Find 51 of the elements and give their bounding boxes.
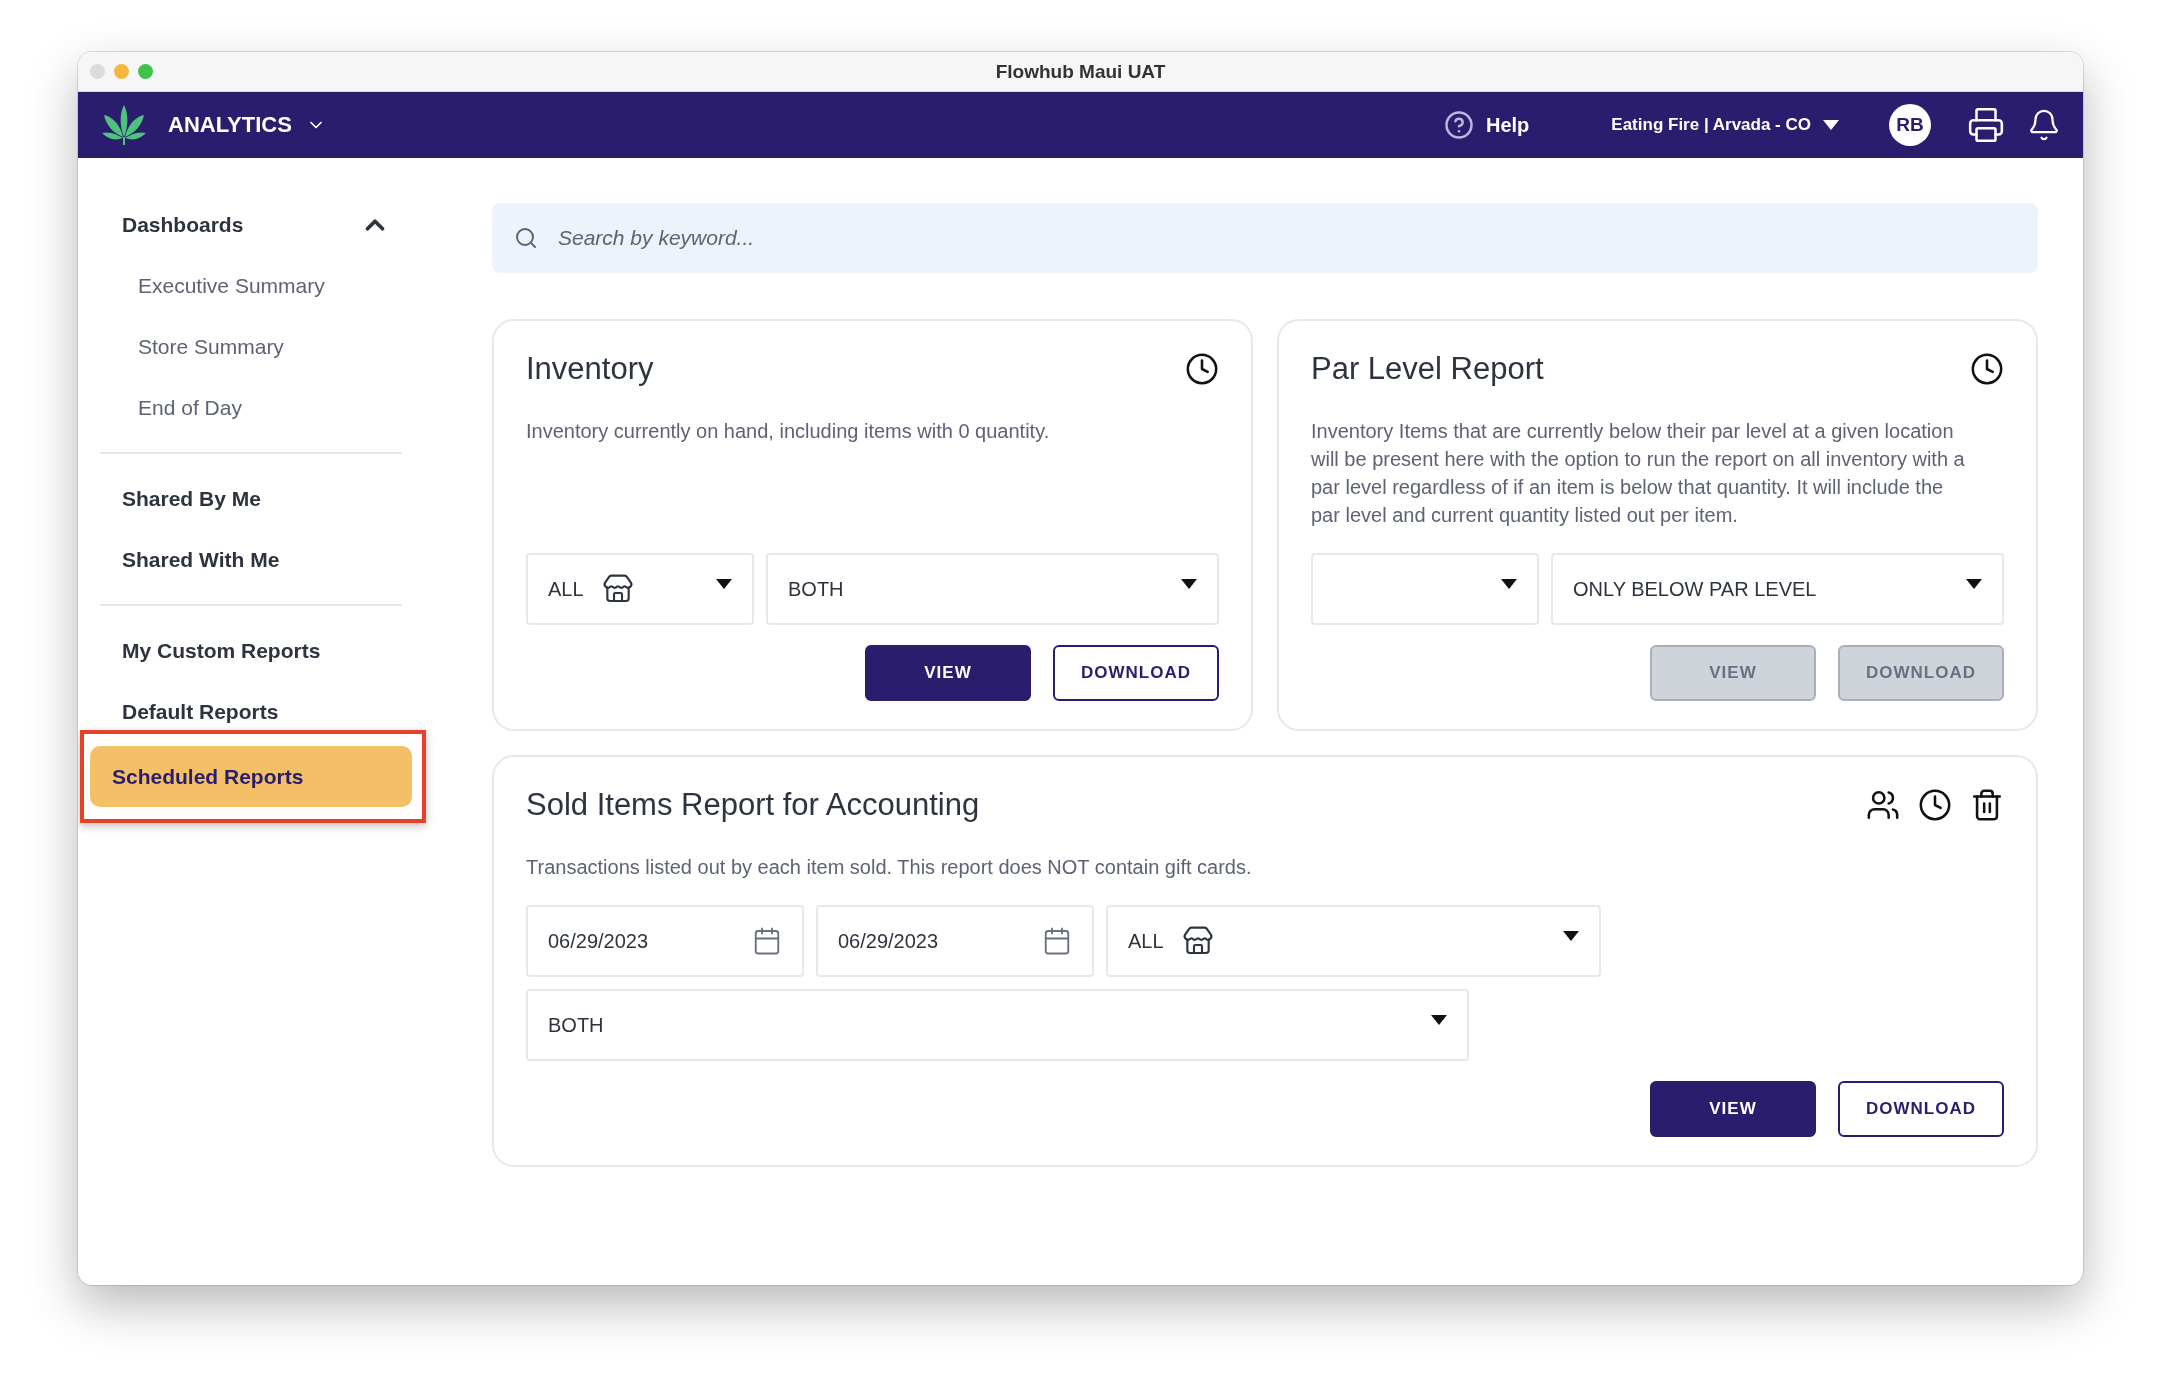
dropdown[interactable]: ALL xyxy=(526,553,754,625)
leaf-logo-icon xyxy=(102,105,146,145)
caret-icon xyxy=(1181,579,1197,589)
date-field[interactable]: 06/29/2023 xyxy=(526,905,804,977)
download-button[interactable]: DOWNLOAD xyxy=(1053,645,1219,701)
sidebar-subitem[interactable]: Store Summary xyxy=(100,316,402,377)
calendar-icon xyxy=(752,926,782,956)
caret-icon xyxy=(1966,579,1982,589)
dropdown[interactable]: BOTH xyxy=(766,553,1219,625)
sidebar-item[interactable]: My Custom Reports xyxy=(100,620,412,681)
caret-icon xyxy=(1431,1015,1447,1025)
help-icon xyxy=(1444,110,1474,140)
sidebar-item[interactable]: Default Reports xyxy=(100,681,412,742)
clock-icon[interactable] xyxy=(1970,352,2004,386)
location-selector[interactable]: Eating Fire | Arvada - CO xyxy=(1605,114,1845,136)
trash-icon[interactable] xyxy=(1970,788,2004,822)
sidebar-subitem[interactable]: Executive Summary xyxy=(100,255,402,316)
card-title: Sold Items Report for Accounting xyxy=(526,787,980,823)
card-title: Par Level Report xyxy=(1311,351,1544,387)
card-description: Inventory Items that are currently below their par level at a given location will be present here with the option to run the report on all inventory with a par level regardless of if an item is below that quantity. It will include the par level and current quantity listed out per item. xyxy=(1311,419,1966,528)
user-avatar[interactable]: RB xyxy=(1889,104,1931,146)
download-button[interactable]: DOWNLOAD xyxy=(1838,1081,2004,1137)
card-description: Inventory currently on hand, including items with 0 quantity. xyxy=(526,419,1051,444)
caret-icon xyxy=(1563,931,1579,941)
help-button[interactable]: Help xyxy=(1438,109,1536,141)
bell-icon[interactable] xyxy=(2027,108,2061,142)
clock-icon[interactable] xyxy=(1918,788,1952,822)
app-switcher[interactable]: ANALYTICS xyxy=(168,112,326,138)
search-icon xyxy=(514,226,538,250)
window-title: Flowhub Maui UAT xyxy=(994,60,1167,83)
sidebar-item[interactable]: Shared With Me xyxy=(100,529,402,590)
sidebar-item[interactable]: Scheduled Reports xyxy=(90,746,412,807)
view-button[interactable]: VIEW xyxy=(865,645,1031,701)
caret-icon xyxy=(1501,579,1517,589)
card-description: Transactions listed out by each item sold. This report does NOT contain gift cards. xyxy=(526,855,1253,880)
sidebar-item[interactable]: Dashboards xyxy=(100,194,402,255)
sidebar-subitem[interactable]: End of Day xyxy=(100,377,402,438)
caret-icon xyxy=(716,579,732,589)
search-field[interactable]: Search by keyword... xyxy=(492,203,2038,273)
printer-icon[interactable] xyxy=(1967,106,2005,144)
sidebar-item[interactable]: Shared By Me xyxy=(100,468,402,529)
dropdown[interactable]: ALL xyxy=(1106,905,1601,977)
caret-icon xyxy=(1823,120,1839,130)
clock-icon[interactable] xyxy=(1185,352,1219,386)
dropdown[interactable]: BOTH xyxy=(526,989,1469,1061)
card-title: Inventory xyxy=(526,351,654,387)
view-button[interactable]: VIEW xyxy=(1650,1081,1816,1137)
dropdown[interactable]: ONLY BELOW PAR LEVEL xyxy=(1551,553,2004,625)
date-field[interactable]: 06/29/2023 xyxy=(816,905,1094,977)
people-icon[interactable] xyxy=(1866,788,1900,822)
calendar-icon xyxy=(1042,926,1072,956)
